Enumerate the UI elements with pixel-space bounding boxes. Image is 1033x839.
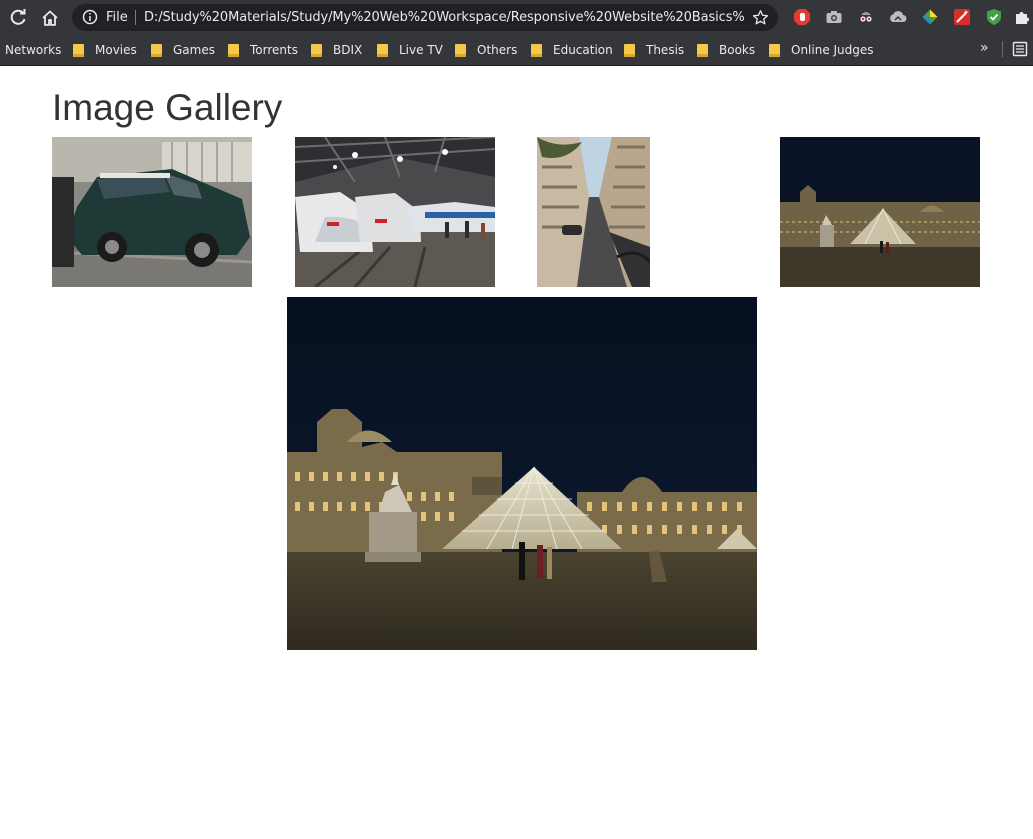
bookmark-label: Others <box>477 43 518 57</box>
folder-icon <box>311 43 322 57</box>
camera-extension-icon[interactable] <box>825 8 843 26</box>
reading-list-icon[interactable] <box>1012 41 1028 57</box>
bookmark-books[interactable]: Books <box>697 41 755 59</box>
bookmark-movies[interactable]: Movies <box>73 41 137 59</box>
bookmark-others[interactable]: Others <box>455 41 517 59</box>
address-bar[interactable]: File D:/Study%20Materials/Study/My%20Web… <box>72 4 778 31</box>
bookmark-torrents[interactable]: Torrents <box>228 41 298 59</box>
diamond-extension-icon[interactable] <box>921 8 939 26</box>
bookmark-online-judges[interactable]: Online Judges <box>769 41 874 59</box>
folder-icon <box>531 43 542 57</box>
bookmark-games[interactable]: Games <box>151 41 215 59</box>
folder-icon <box>228 43 239 57</box>
bookmarks-divider <box>1002 41 1003 57</box>
bookmark-label: Games <box>173 43 215 57</box>
folder-icon <box>151 43 162 57</box>
car-photo[interactable] <box>52 137 252 287</box>
more-bookmarks-button[interactable]: » <box>980 40 989 56</box>
bookmark-live-tv[interactable]: Live TV <box>377 41 443 59</box>
bookmark-label: Books <box>719 43 756 57</box>
address-divider <box>135 10 136 25</box>
street-photo[interactable] <box>537 137 650 287</box>
bookmark-label: Movies <box>95 43 137 57</box>
louvre-pyramid-photo[interactable] <box>780 137 980 287</box>
folder-icon <box>377 43 388 57</box>
bookmark-label: Online Judges <box>791 43 874 57</box>
page-title: Image Gallery <box>52 87 283 128</box>
magic-wand-extension-icon[interactable] <box>953 8 971 26</box>
bookmark-bdix[interactable]: BDIX <box>311 41 362 59</box>
star-icon[interactable] <box>752 9 769 26</box>
bookmark-label: Thesis <box>646 43 685 57</box>
home-icon[interactable] <box>38 6 62 30</box>
folder-icon <box>624 43 635 57</box>
puzzle-extension-icon[interactable] <box>1013 8 1031 26</box>
cloud-extension-icon[interactable] <box>889 8 907 26</box>
folder-icon <box>769 43 780 57</box>
bookmark-label: Education <box>553 43 613 57</box>
info-icon[interactable] <box>82 9 98 25</box>
folder-icon <box>697 43 708 57</box>
bookmarks-bar: Networks Movies Games Torrents BDIX Live… <box>0 35 1033 66</box>
address-url[interactable]: D:/Study%20Materials/Study/My%20Web%20Wo… <box>144 10 744 25</box>
adblock-extension-icon[interactable] <box>793 8 811 26</box>
louvre-pyramid-large-photo[interactable] <box>287 297 757 650</box>
bookmark-education[interactable]: Education <box>531 41 613 59</box>
folder-icon <box>73 43 84 57</box>
address-scheme-label: File <box>106 10 128 25</box>
reload-icon[interactable] <box>6 6 30 30</box>
bookmark-label: Torrents <box>250 43 298 57</box>
bookmark-networks[interactable]: Networks <box>5 41 61 59</box>
bookmark-label: Networks <box>5 43 62 57</box>
spy-extension-icon[interactable] <box>857 8 875 26</box>
shield-extension-icon[interactable] <box>985 8 1003 26</box>
bookmark-thesis[interactable]: Thesis <box>624 41 684 59</box>
train-station-photo[interactable] <box>295 137 495 287</box>
folder-icon <box>455 43 466 57</box>
bookmark-label: Live TV <box>399 43 443 57</box>
browser-toolbar: File D:/Study%20Materials/Study/My%20Web… <box>0 0 1033 35</box>
bookmark-label: BDIX <box>333 43 363 57</box>
